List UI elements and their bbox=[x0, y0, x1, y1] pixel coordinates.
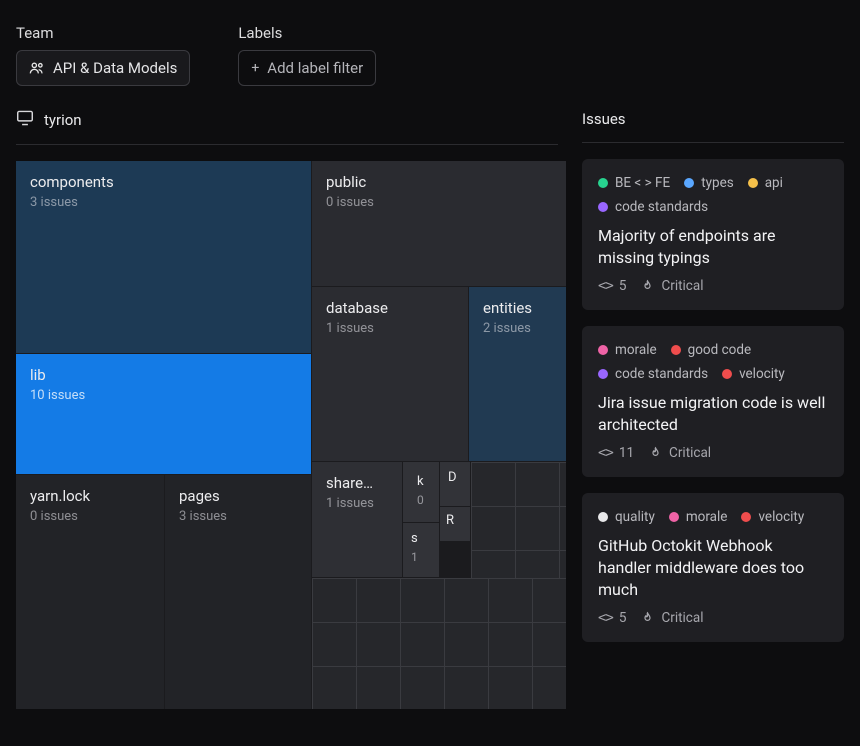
tag-label: BE < > FE bbox=[615, 175, 670, 191]
issue-footer: <> 5 Critical bbox=[598, 610, 828, 626]
issues-list: BE < > FE types api code standards Majority … bbox=[582, 159, 844, 642]
tag-dot-icon bbox=[598, 369, 608, 379]
tag-dot-icon bbox=[684, 178, 694, 188]
team-filter-pill[interactable]: API & Data Models bbox=[16, 50, 190, 86]
issue-count: 5 bbox=[619, 610, 627, 626]
code-icon: <> bbox=[598, 610, 613, 626]
tag-label: code standards bbox=[615, 199, 708, 215]
issue-code-count: <> 11 bbox=[598, 445, 634, 461]
tag-label: good code bbox=[688, 342, 751, 358]
people-icon bbox=[29, 61, 45, 75]
issue-card[interactable]: BE < > FE types api code standards Majority … bbox=[582, 159, 844, 310]
treemap-cell-share[interactable]: share… 1 issues bbox=[312, 462, 402, 577]
issue-count: 5 bbox=[619, 278, 627, 294]
treemap-cell-r[interactable]: R bbox=[440, 507, 470, 541]
issue-footer: <> 11 Critical bbox=[598, 445, 828, 461]
tag-dot-icon bbox=[669, 512, 679, 522]
tag-label: velocity bbox=[739, 366, 785, 382]
treemap-cell-entities[interactable]: entities 2 issues bbox=[469, 287, 566, 461]
issue-count: 11 bbox=[619, 445, 634, 461]
tag-dot-icon bbox=[671, 345, 681, 355]
team-filter-value: API & Data Models bbox=[53, 59, 177, 77]
tag-label: morale bbox=[686, 509, 728, 525]
treemap-cell-s[interactable]: s 1 bbox=[403, 523, 439, 577]
issue-tag[interactable]: quality bbox=[598, 509, 655, 525]
issue-tags: morale good code code standards velocity bbox=[598, 342, 828, 382]
issue-footer: <> 5 Critical bbox=[598, 278, 828, 294]
treemap-cell-d[interactable]: D bbox=[440, 462, 470, 506]
project-header: tyrion bbox=[16, 96, 558, 145]
issue-tag[interactable]: good code bbox=[671, 342, 751, 358]
flame-icon bbox=[640, 611, 655, 626]
issue-code-count: <> 5 bbox=[598, 610, 626, 626]
treemap-cell-database[interactable]: database 1 issues bbox=[312, 287, 468, 461]
tag-dot-icon bbox=[598, 512, 608, 522]
treemap-cell-pages[interactable]: pages 3 issues bbox=[165, 475, 311, 709]
issue-card[interactable]: morale good code code standards velocity Jir… bbox=[582, 326, 844, 477]
tag-label: morale bbox=[615, 342, 657, 358]
issues-header: Issues bbox=[582, 96, 844, 143]
treemap-cell-public[interactable]: public 0 issues bbox=[312, 161, 566, 286]
tag-label: quality bbox=[615, 509, 655, 525]
issue-severity: Critical bbox=[640, 278, 703, 294]
issue-tag[interactable]: morale bbox=[669, 509, 728, 525]
project-name: tyrion bbox=[44, 111, 82, 129]
code-icon: <> bbox=[598, 278, 613, 294]
issue-code-count: <> 5 bbox=[598, 278, 626, 294]
issue-title: GitHub Octokit Webhook handler middlewar… bbox=[598, 535, 828, 600]
treemap-smallfiles-grid-2[interactable] bbox=[471, 462, 566, 578]
tag-dot-icon bbox=[722, 369, 732, 379]
filters-bar: Team API & Data Models Labels + Add labe… bbox=[0, 0, 860, 96]
issue-tag[interactable]: api bbox=[748, 175, 783, 191]
treemap[interactable]: components 3 issues lib 10 issues yarn.l… bbox=[16, 161, 566, 709]
add-label-filter-text: Add label filter bbox=[267, 59, 363, 77]
treemap-smallfiles-grid[interactable] bbox=[312, 578, 566, 709]
tag-label: code standards bbox=[615, 366, 708, 382]
treemap-cell-yarnlock[interactable]: yarn.lock 0 issues bbox=[16, 475, 164, 709]
issue-tag[interactable]: velocity bbox=[722, 366, 785, 382]
treemap-cell-lib[interactable]: lib 10 issues bbox=[16, 354, 311, 474]
issue-tag[interactable]: velocity bbox=[741, 509, 804, 525]
issue-severity-label: Critical bbox=[661, 278, 703, 294]
issue-title: Jira issue migration code is well archit… bbox=[598, 392, 828, 435]
team-filter-label: Team bbox=[16, 24, 190, 42]
team-filter-group: Team API & Data Models bbox=[16, 24, 190, 86]
tag-dot-icon bbox=[598, 202, 608, 212]
issue-severity-label: Critical bbox=[669, 445, 711, 461]
flame-icon bbox=[640, 279, 655, 294]
monitor-icon bbox=[16, 110, 34, 130]
issue-tag[interactable]: BE < > FE bbox=[598, 175, 670, 191]
issue-tag[interactable]: types bbox=[684, 175, 734, 191]
treemap-cell-components[interactable]: components 3 issues bbox=[16, 161, 311, 353]
issue-severity-label: Critical bbox=[661, 610, 703, 626]
issue-card[interactable]: quality morale velocity GitHub Octokit Webh… bbox=[582, 493, 844, 642]
flame-icon bbox=[648, 446, 663, 461]
issues-heading: Issues bbox=[582, 110, 626, 128]
issue-tags: BE < > FE types api code standards bbox=[598, 175, 828, 215]
tag-dot-icon bbox=[748, 178, 758, 188]
add-label-filter-button[interactable]: + Add label filter bbox=[238, 50, 376, 86]
labels-filter-group: Labels + Add label filter bbox=[238, 24, 376, 86]
issue-tag[interactable]: code standards bbox=[598, 366, 708, 382]
labels-filter-label: Labels bbox=[238, 24, 376, 42]
issue-tags: quality morale velocity bbox=[598, 509, 828, 525]
tag-label: types bbox=[701, 175, 734, 191]
issue-tag[interactable]: code standards bbox=[598, 199, 708, 215]
tag-dot-icon bbox=[741, 512, 751, 522]
issue-tag[interactable]: morale bbox=[598, 342, 657, 358]
tag-dot-icon bbox=[598, 178, 608, 188]
code-icon: <> bbox=[598, 445, 613, 461]
treemap-cell-k[interactable]: k 0 bbox=[403, 462, 439, 522]
tag-label: api bbox=[765, 175, 783, 191]
plus-icon: + bbox=[251, 60, 259, 76]
tag-label: velocity bbox=[758, 509, 804, 525]
issue-title: Majority of endpoints are missing typing… bbox=[598, 225, 828, 268]
issue-severity: Critical bbox=[648, 445, 711, 461]
tag-dot-icon bbox=[598, 345, 608, 355]
issue-severity: Critical bbox=[640, 610, 703, 626]
